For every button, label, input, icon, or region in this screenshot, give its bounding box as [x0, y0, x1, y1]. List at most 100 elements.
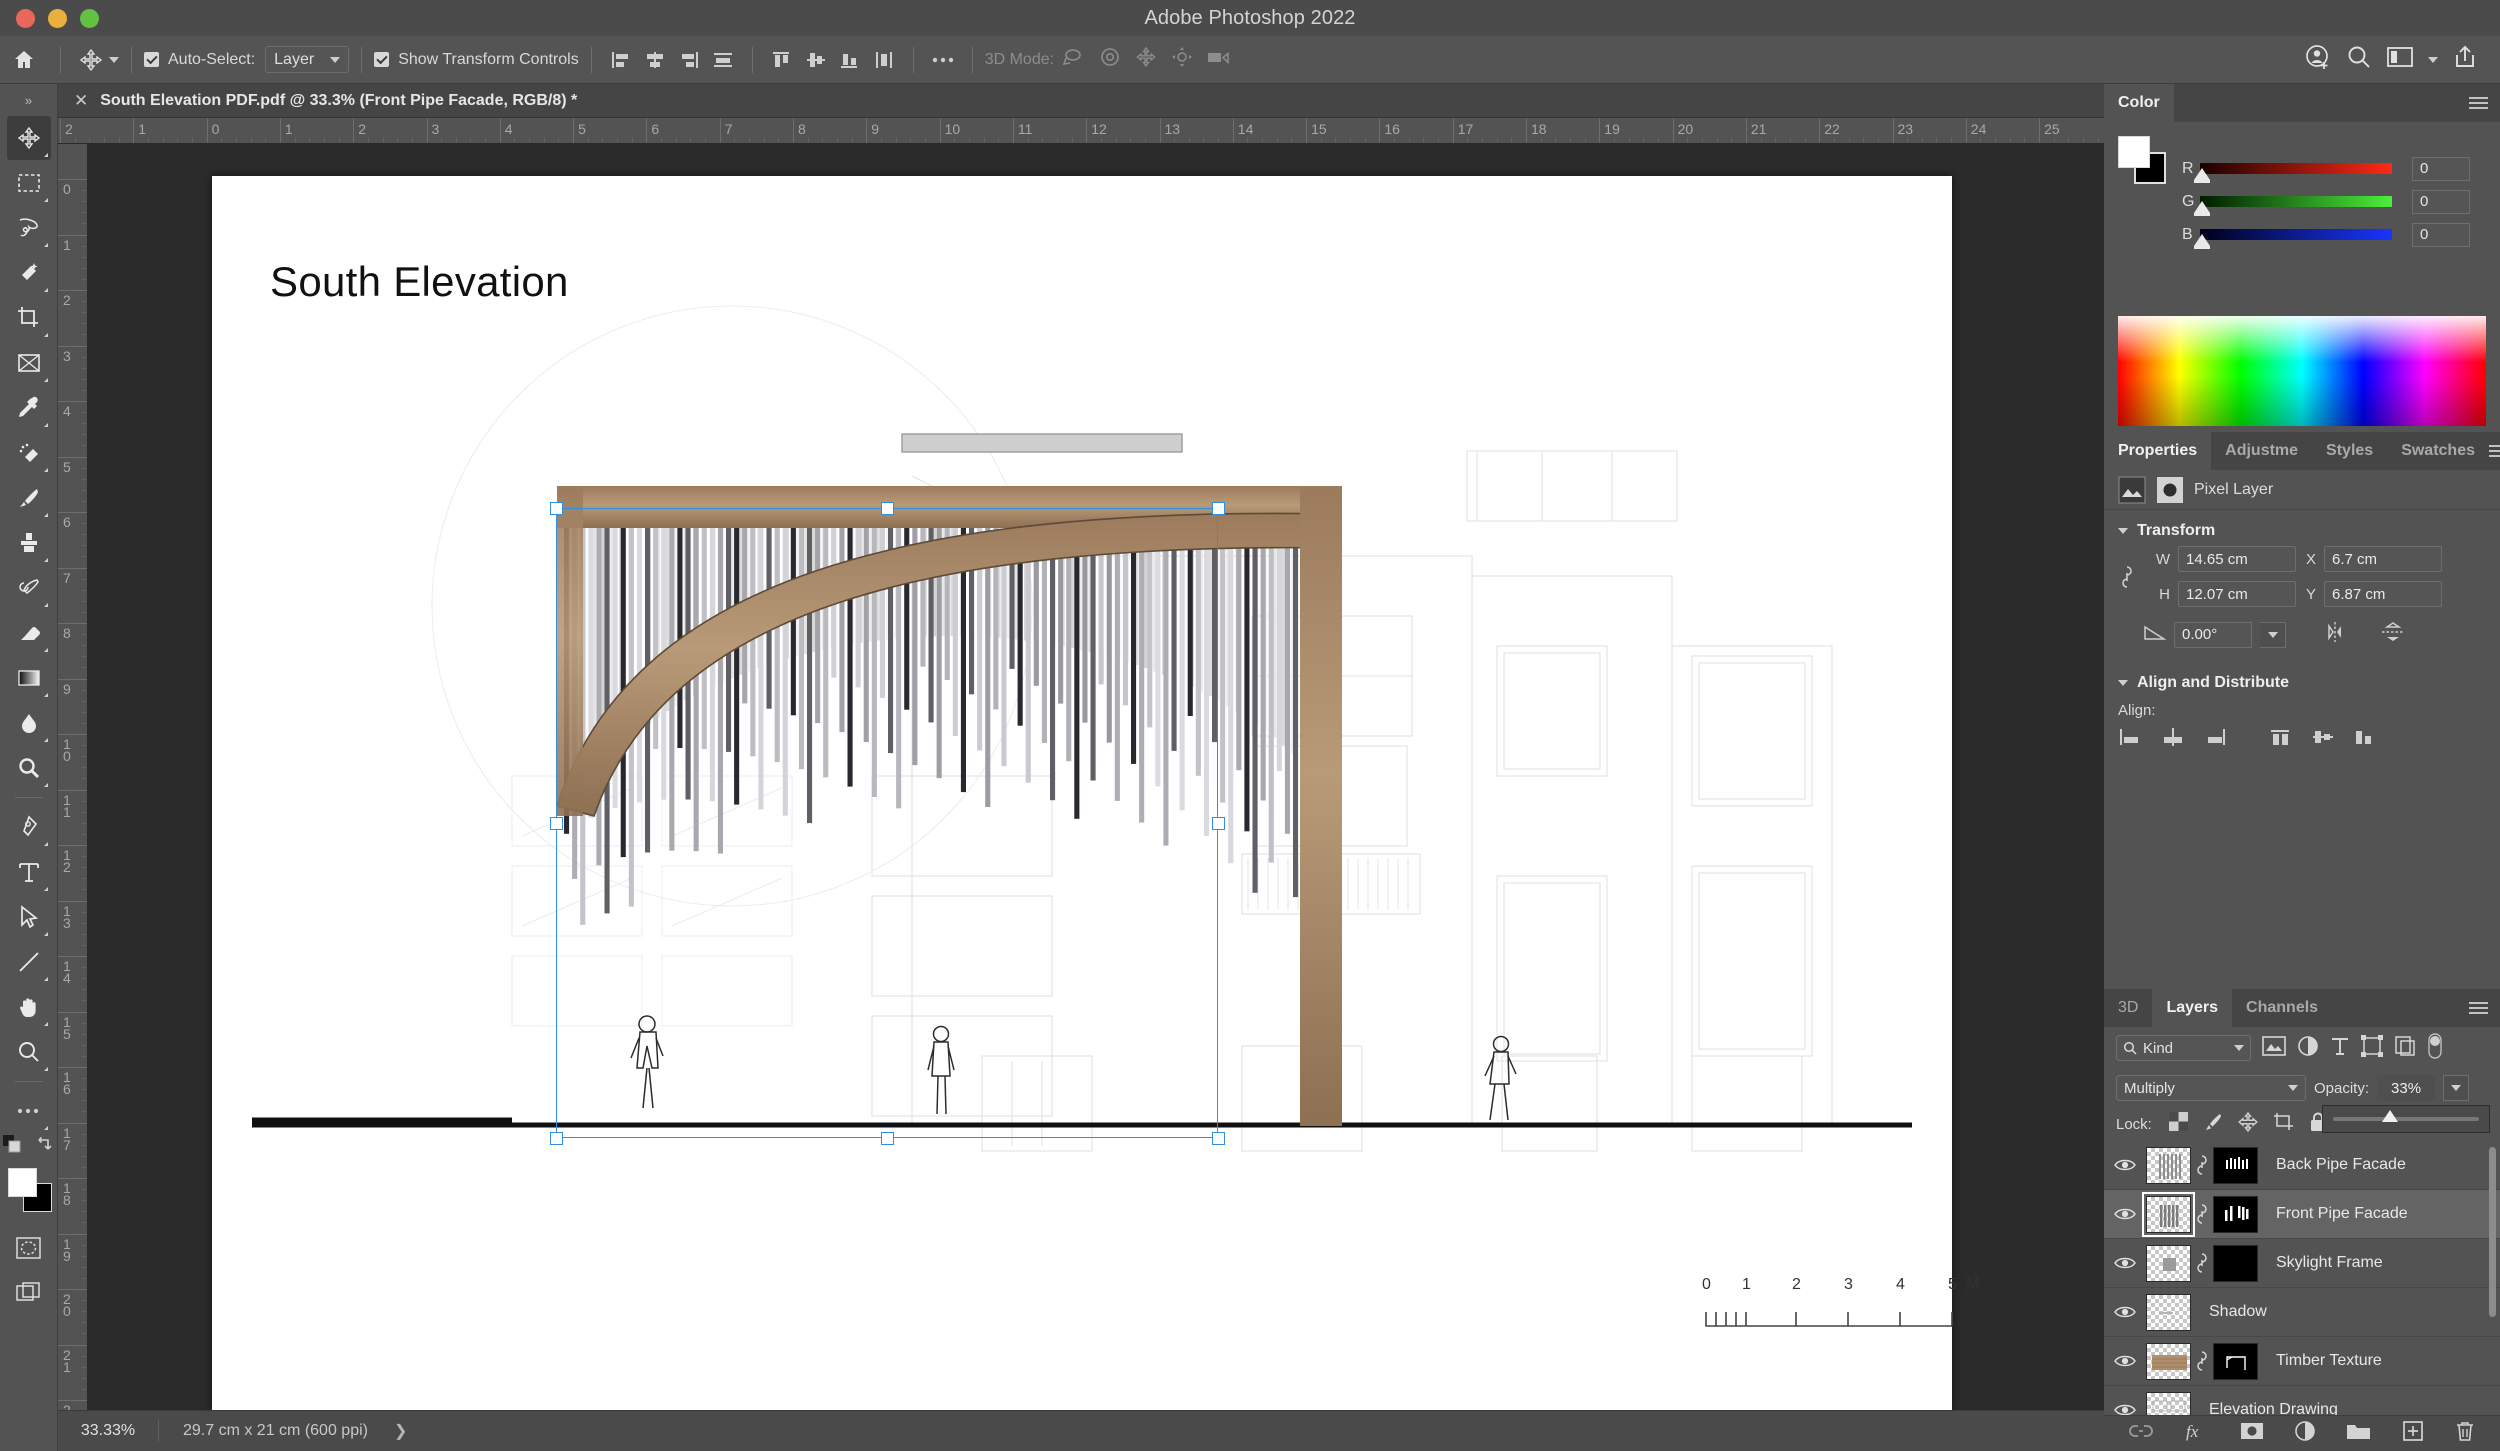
- transform-handle-ml[interactable]: [550, 817, 563, 830]
- align-right-icon[interactable]: [2202, 727, 2228, 752]
- green-slider-knob[interactable]: [2194, 201, 2210, 216]
- tab-properties[interactable]: Properties: [2104, 432, 2212, 470]
- orbit-3d-icon[interactable]: [1060, 46, 1086, 73]
- vertical-ruler[interactable]: 012345678910111213141516171819202122: [58, 144, 88, 1410]
- tab-color[interactable]: Color: [2104, 84, 2174, 122]
- more-options-icon[interactable]: [926, 45, 960, 75]
- layer-row[interactable]: Elevation Drawing: [2104, 1386, 2500, 1415]
- layer-name[interactable]: Back Pipe Facade: [2276, 1156, 2406, 1174]
- foreground-color-swatch[interactable]: [7, 1168, 37, 1197]
- color-spectrum-ramp[interactable]: [2118, 316, 2486, 426]
- layer-mask-thumbnail[interactable]: [2213, 1146, 2258, 1184]
- align-section-header[interactable]: Align and Distribute: [2104, 662, 2500, 698]
- layer-thumbnail[interactable]: [2146, 1244, 2191, 1282]
- blue-value-field[interactable]: 0: [2412, 222, 2470, 247]
- layer-visibility-toggle[interactable]: [2104, 1255, 2146, 1271]
- red-slider-knob[interactable]: [2194, 168, 2210, 183]
- checkbox-box[interactable]: [144, 52, 159, 67]
- frame-tool[interactable]: [7, 341, 51, 385]
- layer-visibility-toggle[interactable]: [2104, 1157, 2146, 1173]
- document-tab[interactable]: ✕ South Elevation PDF.pdf @ 33.3% (Front…: [58, 84, 2104, 118]
- panel-menu-icon[interactable]: [2469, 989, 2500, 1027]
- tab-3d[interactable]: 3D: [2104, 989, 2152, 1027]
- tab-styles[interactable]: Styles: [2312, 432, 2387, 470]
- add-collaborator-icon[interactable]: [2304, 43, 2332, 76]
- opacity-field[interactable]: 33%: [2377, 1075, 2436, 1101]
- filter-type-icon[interactable]: [2330, 1036, 2350, 1061]
- transform-handle-br[interactable]: [1212, 1132, 1225, 1145]
- zoom-tool[interactable]: [7, 1030, 51, 1074]
- show-transform-controls-checkbox[interactable]: Show Transform Controls: [374, 51, 579, 69]
- lasso-tool[interactable]: [7, 206, 51, 250]
- opacity-slider-popup[interactable]: [2322, 1105, 2490, 1133]
- layer-thumbnail[interactable]: [2146, 1146, 2191, 1184]
- zoom-level-field[interactable]: 33.33%: [58, 1422, 158, 1440]
- checkbox-box[interactable]: [374, 52, 390, 67]
- auto-select-scope-select[interactable]: Layer: [265, 46, 350, 73]
- layer-row[interactable]: Back Pipe Facade: [2104, 1141, 2500, 1190]
- tab-channels[interactable]: Channels: [2232, 989, 2332, 1027]
- align-left-edges-icon[interactable]: [604, 45, 638, 75]
- angle-dropdown-button[interactable]: [2260, 621, 2286, 648]
- transform-handle-tr[interactable]: [1212, 502, 1225, 515]
- line-tool[interactable]: [7, 940, 51, 984]
- layer-thumbnail[interactable]: [2142, 1191, 2195, 1237]
- y-field[interactable]: 6.87 cm: [2324, 581, 2442, 607]
- align-top-edges-icon[interactable]: [765, 45, 799, 75]
- layer-name[interactable]: Skylight Frame: [2276, 1254, 2383, 1272]
- layer-mask-link-icon[interactable]: [2191, 1152, 2213, 1178]
- brush-tool[interactable]: [7, 476, 51, 520]
- history-brush-tool[interactable]: [7, 566, 51, 610]
- adjustment-layer-icon[interactable]: [2294, 1420, 2316, 1447]
- layer-name[interactable]: Front Pipe Facade: [2276, 1205, 2408, 1223]
- clone-stamp-tool[interactable]: [7, 521, 51, 565]
- transform-handle-mr[interactable]: [1212, 817, 1225, 830]
- layer-mask-icon[interactable]: [2240, 1421, 2264, 1446]
- transform-section-header[interactable]: Transform: [2104, 510, 2500, 546]
- layer-mask-thumbnail[interactable]: [2213, 1195, 2258, 1233]
- home-icon[interactable]: [0, 48, 48, 72]
- object-selection-tool[interactable]: [7, 251, 51, 295]
- lock-position-icon[interactable]: [2238, 1111, 2258, 1137]
- roll-3d-icon[interactable]: [1098, 46, 1122, 73]
- red-value-field[interactable]: 0: [2412, 156, 2470, 181]
- layer-name[interactable]: Timber Texture: [2276, 1352, 2382, 1370]
- layer-name[interactable]: Shadow: [2209, 1303, 2267, 1321]
- link-layers-icon[interactable]: [2128, 1422, 2154, 1445]
- align-distribute-h-icon[interactable]: [706, 45, 740, 75]
- quick-mask-icon[interactable]: [7, 1226, 51, 1270]
- layer-row[interactable]: Shadow: [2104, 1288, 2500, 1337]
- transform-handle-tl[interactable]: [550, 502, 563, 515]
- filter-shape-icon[interactable]: [2361, 1034, 2383, 1062]
- expand-toolbar-icon[interactable]: »: [0, 84, 57, 116]
- layer-mask-link-icon[interactable]: [2191, 1348, 2213, 1374]
- align-bottom-edges-icon[interactable]: [833, 45, 867, 75]
- distribute-vertical-icon[interactable]: [867, 45, 901, 75]
- layer-name[interactable]: Elevation Drawing: [2209, 1401, 2338, 1415]
- lock-artboard-icon[interactable]: [2273, 1112, 2294, 1137]
- filter-toggle-icon[interactable]: [2427, 1032, 2443, 1064]
- filter-adjustment-icon[interactable]: [2297, 1035, 2319, 1062]
- align-bottom-icon[interactable]: [2352, 727, 2378, 752]
- layer-thumbnail[interactable]: [2146, 1293, 2191, 1331]
- layer-thumbnail[interactable]: [2146, 1391, 2191, 1415]
- spot-healing-brush-tool[interactable]: [7, 431, 51, 475]
- screen-mode-icon[interactable]: [7, 1271, 51, 1315]
- path-selection-tool[interactable]: [7, 895, 51, 939]
- flip-horizontal-icon[interactable]: [2320, 621, 2350, 648]
- camera-3d-icon[interactable]: [1206, 47, 1234, 72]
- horizontal-ruler[interactable]: 2 1 0 1 2 3 4 5 6 7 8 9 10 11 12 13 14 15 16 17 18 19 20 21 22 23…: [58, 118, 2104, 144]
- slide-3d-icon[interactable]: [1170, 46, 1194, 73]
- filter-smart-object-icon[interactable]: [2394, 1035, 2416, 1062]
- green-slider-track[interactable]: [2194, 196, 2392, 216]
- chevron-down-icon[interactable]: [2118, 528, 2128, 534]
- layer-row[interactable]: Timber Texture: [2104, 1337, 2500, 1386]
- layer-filter-kind-select[interactable]: Kind: [2116, 1035, 2251, 1061]
- filter-pixel-icon[interactable]: [2262, 1035, 2286, 1061]
- close-tab-icon[interactable]: ✕: [74, 92, 88, 109]
- layer-mask-thumbnail[interactable]: [2213, 1342, 2258, 1380]
- height-field[interactable]: 12.07 cm: [2178, 581, 2296, 607]
- crop-tool[interactable]: [7, 296, 51, 340]
- rectangular-marquee-tool[interactable]: [7, 161, 51, 205]
- chevron-down-icon[interactable]: [109, 56, 119, 63]
